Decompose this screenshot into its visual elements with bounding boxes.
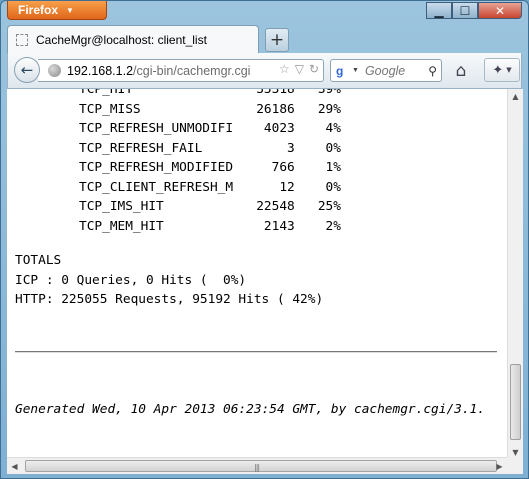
icp-totals-line: ICP : 0 Queries, 0 Hits ( 0%) <box>15 272 247 288</box>
stats-row-count: 2143 <box>233 218 295 234</box>
search-icon[interactable]: ⚲ <box>428 64 437 78</box>
scroll-right-arrow-icon[interactable]: ▶ <box>492 458 507 474</box>
stats-row: TCP_MISS 26186 29% <box>79 102 341 117</box>
stats-row-percent: 25% <box>294 199 341 214</box>
stats-row-percent: 29% <box>294 101 341 117</box>
window-controls: ▁ ☐ ✕ <box>426 2 522 19</box>
site-identity-icon[interactable] <box>48 64 61 77</box>
history-dropdown-icon[interactable]: ▽ <box>295 62 304 76</box>
bookmarks-icon: ✦ <box>492 62 504 78</box>
vertical-scroll-thumb[interactable] <box>510 364 521 440</box>
tab-title: CacheMgr@localhost: client_list <box>36 32 207 47</box>
page-favicon-icon <box>16 33 28 46</box>
navigation-toolbar: 192.168.1.2 /cgi-bin/cachemgr.cgi ☆ ▽ ↻ … <box>7 53 522 89</box>
stats-row: TCP_REFRESH_FAIL 3 0% <box>79 141 341 156</box>
stats-row-name: TCP_IMS_HIT <box>79 199 234 214</box>
horizontal-scrollbar[interactable]: ◀ ||| ▶ <box>7 457 507 474</box>
firefox-menu-label: Firefox <box>18 3 59 17</box>
url-host: 192.168.1.2 <box>67 63 134 78</box>
vertical-scrollbar[interactable]: ▲ ▼ <box>507 89 523 460</box>
bookmarks-menu-button[interactable]: ✦ ▼ <box>484 58 520 82</box>
generated-footer: Generated Wed, 10 Apr 2013 06:23:54 GMT,… <box>15 402 485 417</box>
firefox-menu-button[interactable]: Firefox ▼ <box>7 1 107 20</box>
tab-client-list[interactable]: CacheMgr@localhost: client_list <box>7 25 259 53</box>
horizontal-scroll-thumb[interactable]: ||| <box>25 460 497 472</box>
chevron-down-icon: ▼ <box>66 5 74 15</box>
stats-row-percent: 39% <box>294 89 341 97</box>
scroll-up-arrow-icon[interactable]: ▲ <box>508 89 523 104</box>
search-bar[interactable]: g ▼ Google ⚲ <box>330 59 442 82</box>
client-stats-table: TCP_HIT 35318 39% TCP_MISS 26186 29% TCP… <box>79 89 341 236</box>
stats-row: TCP_IMS_HIT 22548 25% <box>79 199 341 214</box>
stats-row-percent: 0% <box>294 179 341 195</box>
horizontal-rule <box>15 351 497 353</box>
new-tab-button[interactable]: + <box>265 28 289 52</box>
stats-row: TCP_MEM_HIT 2143 2% <box>79 219 341 234</box>
stats-row-percent: 2% <box>294 218 341 234</box>
maximize-button[interactable]: ☐ <box>452 2 478 19</box>
back-arrow-icon: ← <box>20 61 34 79</box>
stats-row: TCP_REFRESH_UNMODIFI 4023 4% <box>79 121 341 136</box>
home-icon: ⌂ <box>455 61 467 81</box>
stats-row-name: TCP_MEM_HIT <box>79 218 234 234</box>
browser-window: Firefox ▼ ▁ ☐ ✕ CacheMgr@localhost: clie… <box>0 0 529 479</box>
stats-row-percent: 0% <box>294 140 341 156</box>
stats-row-count: 3 <box>233 140 295 156</box>
google-engine-icon[interactable]: g <box>336 64 350 78</box>
stats-row-percent: 1% <box>294 160 341 175</box>
url-path: /cgi-bin/cachemgr.cgi <box>133 63 251 78</box>
stats-row-count: 12 <box>233 179 295 195</box>
totals-block: TOTALS ICP : 0 Queries, 0 Hits ( 0%) HTT… <box>15 251 323 310</box>
engine-dropdown-icon[interactable]: ▼ <box>352 67 359 74</box>
back-button[interactable]: ← <box>14 57 40 83</box>
scrollbar-corner <box>507 457 523 474</box>
url-bar[interactable]: 192.168.1.2 /cgi-bin/cachemgr.cgi ☆ ▽ ↻ <box>38 59 324 82</box>
url-bar-icons: ☆ ▽ ↻ <box>279 62 319 76</box>
scroll-left-arrow-icon[interactable]: ◀ <box>7 458 22 474</box>
totals-heading: TOTALS <box>15 253 62 268</box>
stats-row-name: TCP_CLIENT_REFRESH_M <box>79 179 234 195</box>
minimize-button[interactable]: ▁ <box>426 2 452 19</box>
stats-row-name: TCP_MISS <box>79 101 234 117</box>
stats-row-name: TCP_HIT <box>79 89 234 97</box>
home-button[interactable]: ⌂ <box>450 60 472 82</box>
tab-bar: CacheMgr@localhost: client_list + <box>7 25 522 53</box>
stats-row-count: 766 <box>233 160 295 175</box>
plus-icon: + <box>269 30 285 50</box>
chevron-down-icon: ▼ <box>506 66 512 74</box>
stats-row: TCP_HIT 35318 39% <box>79 89 341 97</box>
stats-row-name: TCP_REFRESH_UNMODIFI <box>79 121 234 136</box>
scroll-grip-icon: ||| <box>254 463 260 472</box>
http-totals-line: HTTP: 225055 Requests, 95192 Hits ( 42%) <box>15 292 324 307</box>
minimize-icon: ▁ <box>434 3 444 18</box>
stats-row-name: TCP_REFRESH_MODIFIED <box>79 160 234 175</box>
stats-row-count: 35318 <box>233 89 295 97</box>
stats-row-percent: 4% <box>294 121 341 136</box>
stats-row-name: TCP_REFRESH_FAIL <box>79 140 234 156</box>
stats-row-count: 26186 <box>233 101 295 117</box>
stats-row-count: 4023 <box>233 121 295 136</box>
reload-icon[interactable]: ↻ <box>309 62 319 76</box>
maximize-icon: ☐ <box>459 3 471 18</box>
close-button[interactable]: ✕ <box>478 2 522 19</box>
close-icon: ✕ <box>494 3 506 18</box>
stats-row-count: 22548 <box>233 199 295 214</box>
search-input[interactable]: Google <box>365 64 428 78</box>
stats-row: TCP_REFRESH_MODIFIED 766 1% <box>79 160 341 175</box>
bookmark-star-icon[interactable]: ☆ <box>279 62 290 76</box>
stats-row: TCP_CLIENT_REFRESH_M 12 0% <box>79 180 341 195</box>
page-content: TCP_HIT 35318 39% TCP_MISS 26186 29% TCP… <box>7 89 507 460</box>
